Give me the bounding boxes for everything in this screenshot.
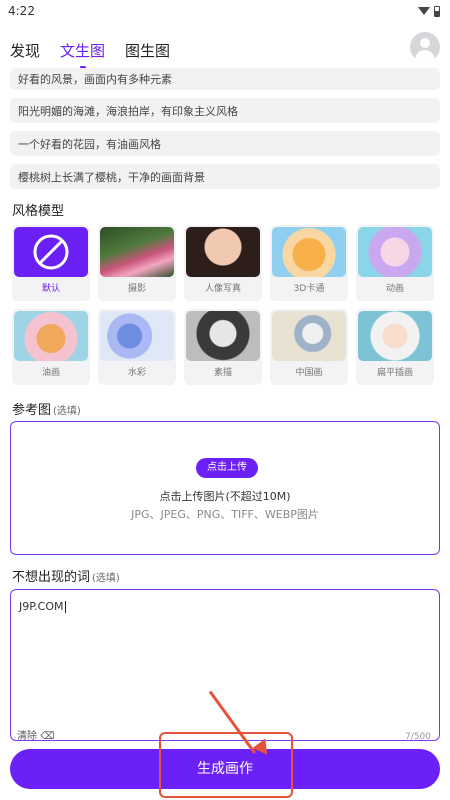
generate-button[interactable]: 生成画作 [10, 749, 440, 789]
status-icons [418, 5, 440, 17]
style-thumbnail [272, 311, 346, 361]
reference-title-text: 参考图 [12, 403, 52, 418]
tab-discover[interactable]: 发现 [10, 40, 40, 61]
upload-button[interactable]: 点击上传 [196, 458, 258, 478]
style-label: 扁平插画 [376, 368, 413, 378]
tab-image-to-image[interactable]: 图生图 [125, 40, 170, 61]
tab-text-to-image[interactable]: 文生图 [60, 40, 105, 69]
style-label: 3D卡通 [293, 284, 325, 294]
style-thumbnail [100, 227, 174, 277]
negative-optional-note: (选填) [92, 573, 120, 584]
style-card-3d-cartoon[interactable]: 3D卡通 [270, 225, 348, 301]
style-card-oil-painting[interactable]: 油画 [12, 309, 90, 385]
style-label: 动画 [385, 284, 404, 294]
negative-title: 不想出现的词 (选填) [12, 566, 120, 585]
style-card-photography[interactable]: 摄影 [98, 225, 176, 301]
upload-formats: JPG、JPEG、PNG、TIFF、WEBP图片 [131, 508, 319, 521]
style-card-default[interactable]: 默认 [12, 225, 90, 301]
wifi-icon [418, 7, 430, 15]
reference-upload-area[interactable]: 点击上传 点击上传图片(不超过10M) JPG、JPEG、PNG、TIFF、WE… [10, 421, 440, 555]
user-icon [420, 38, 430, 48]
style-thumbnail [358, 311, 432, 361]
style-thumbnail [100, 311, 174, 361]
style-label: 素描 [213, 368, 232, 378]
top-tabs: 发现 文生图 图生图 [0, 30, 450, 70]
reference-title: 参考图 (选填) [12, 399, 81, 418]
style-label: 摄影 [127, 284, 146, 294]
styles-title: 风格模型 [12, 204, 65, 219]
style-thumbnail [186, 311, 260, 361]
style-card-anime[interactable]: 动画 [356, 225, 434, 301]
style-thumbnail [186, 227, 260, 277]
negative-words-text: J9P.COM [19, 600, 66, 613]
clear-label: 清除 [17, 731, 37, 742]
style-card-watercolor[interactable]: 水彩 [98, 309, 176, 385]
style-label: 默认 [41, 284, 60, 294]
user-icon-body [415, 50, 435, 62]
style-thumbnail [14, 311, 88, 361]
status-time: 4:22 [8, 4, 35, 18]
prompt-suggestion[interactable]: 好看的风景，画面内有多种元素 [10, 68, 440, 90]
prompt-suggestion[interactable]: 一个好看的花园，有油画风格 [10, 131, 440, 156]
style-label: 中国画 [295, 368, 323, 378]
prompt-suggestion[interactable]: 樱桃树上长满了樱桃，干净的画面背景 [10, 164, 440, 189]
style-model-grid: 默认 摄影 人像写真 3D卡通 动画 油画 水彩 素描 中国画 扁平插画 [12, 225, 440, 385]
reference-optional-note: (选填) [53, 406, 81, 417]
style-card-portrait[interactable]: 人像写真 [184, 225, 262, 301]
style-label: 水彩 [127, 368, 146, 378]
avatar[interactable] [410, 32, 440, 62]
clear-button[interactable]: 清除 ⌫ [17, 727, 54, 742]
upload-instructions: 点击上传图片(不超过10M) [159, 490, 291, 503]
style-thumbnail [272, 227, 346, 277]
battery-icon [434, 5, 440, 17]
eraser-icon: ⌫ [40, 731, 55, 742]
negative-title-text: 不想出现的词 [12, 570, 91, 585]
style-label: 油画 [41, 368, 60, 378]
style-card-sketch[interactable]: 素描 [184, 309, 262, 385]
character-counter: 7/500 [405, 732, 431, 742]
prompt-suggestion[interactable]: 阳光明媚的海滩，海浪拍岸，有印象主义风格 [10, 98, 440, 123]
prompt-suggestions: 好看的风景，画面内有多种元素 阳光明媚的海滩，海浪拍岸，有印象主义风格 一个好看… [10, 68, 440, 197]
text-caret [64, 601, 66, 613]
negative-words-value: J9P.COM [19, 600, 64, 613]
style-card-chinese-painting[interactable]: 中国画 [270, 309, 348, 385]
status-bar: 4:22 [0, 0, 450, 22]
style-thumbnail [358, 227, 432, 277]
no-style-icon [14, 227, 88, 277]
negative-words-input[interactable]: J9P.COM 清除 ⌫ 7/500 [10, 589, 440, 742]
style-card-flat-illustration[interactable]: 扁平插画 [356, 309, 434, 385]
style-label: 人像写真 [204, 284, 241, 294]
